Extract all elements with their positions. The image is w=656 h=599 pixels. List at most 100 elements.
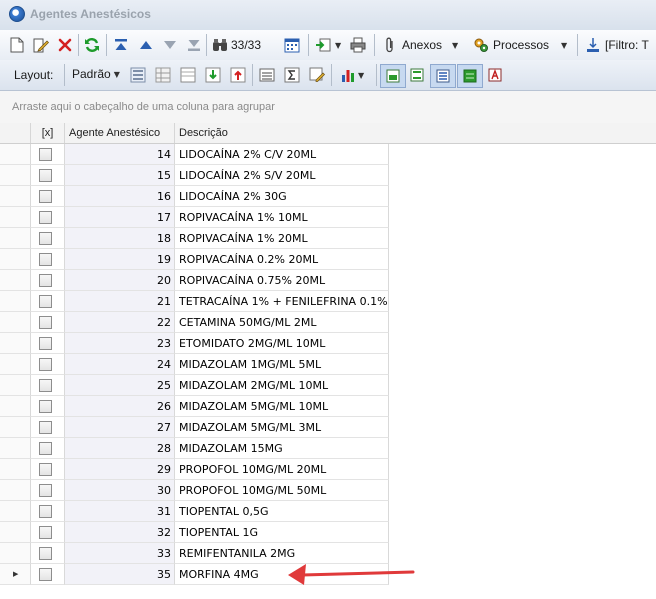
agente-cell[interactable]: 31 [65, 501, 175, 522]
filter-button[interactable]: [Filtro: T [585, 37, 649, 53]
table-row[interactable]: 32 TIOPENTAL 1G [0, 522, 389, 543]
row-checkbox[interactable] [39, 379, 52, 392]
row-indicator[interactable] [0, 270, 31, 291]
row-indicator[interactable] [0, 333, 31, 354]
row-indicator[interactable] [0, 228, 31, 249]
first-record-button[interactable] [113, 37, 129, 53]
agente-cell[interactable]: 29 [65, 459, 175, 480]
calendar-button[interactable] [284, 37, 300, 53]
descricao-cell[interactable]: MIDAZOLAM 5MG/ML 10ML [175, 396, 389, 417]
table-row[interactable]: 16 LIDOCAÍNA 2% 30G [0, 186, 389, 207]
agente-cell[interactable]: 22 [65, 312, 175, 333]
row-checkbox[interactable] [39, 400, 52, 413]
descricao-cell[interactable]: LIDOCAÍNA 2% C/V 20ML [175, 144, 389, 165]
row-indicator[interactable] [0, 144, 31, 165]
table-row[interactable]: 25 MIDAZOLAM 2MG/ML 10ML [0, 375, 389, 396]
table-row[interactable]: 19 ROPIVACAÍNA 0.2% 20ML [0, 249, 389, 270]
descricao-cell[interactable]: MIDAZOLAM 5MG/ML 3ML [175, 417, 389, 438]
agente-cell[interactable]: 25 [65, 375, 175, 396]
row-checkbox[interactable] [39, 463, 52, 476]
agente-cell[interactable]: 16 [65, 186, 175, 207]
table-row[interactable]: 28 MIDAZOLAM 15MG [0, 438, 389, 459]
row-indicator[interactable] [0, 396, 31, 417]
layout-options-button[interactable] [155, 67, 171, 83]
row-indicator[interactable] [0, 417, 31, 438]
agente-cell[interactable]: 32 [65, 522, 175, 543]
processos-button[interactable]: Processos ▼ [473, 37, 567, 53]
last-record-button[interactable] [186, 37, 202, 53]
view-mode-4-button[interactable] [457, 64, 483, 88]
descricao-cell[interactable]: CETAMINA 50MG/ML 2ML [175, 312, 389, 333]
agente-cell[interactable]: 27 [65, 417, 175, 438]
agente-cell[interactable]: 24 [65, 354, 175, 375]
row-indicator[interactable] [0, 543, 31, 564]
table-row[interactable]: 15 LIDOCAÍNA 2% S/V 20ML [0, 165, 389, 186]
agente-cell[interactable]: 21 [65, 291, 175, 312]
import-layout-button[interactable] [205, 67, 221, 83]
table-row[interactable]: 24 MIDAZOLAM 1MG/ML 5ML [0, 354, 389, 375]
row-indicator[interactable] [0, 480, 31, 501]
row-indicator[interactable] [0, 165, 31, 186]
table-row[interactable]: 29 PROPOFOL 10MG/ML 20ML [0, 459, 389, 480]
descricao-cell[interactable]: MIDAZOLAM 15MG [175, 438, 389, 459]
grid-export-button[interactable] [180, 67, 196, 83]
descricao-cell[interactable]: LIDOCAÍNA 2% 30G [175, 186, 389, 207]
row-checkbox[interactable] [39, 442, 52, 455]
agente-cell[interactable]: 15 [65, 165, 175, 186]
descricao-cell[interactable]: ROPIVACAÍNA 1% 20ML [175, 228, 389, 249]
descricao-cell[interactable]: ROPIVACAÍNA 1% 10ML [175, 207, 389, 228]
row-checkbox[interactable] [39, 169, 52, 182]
row-indicator[interactable] [0, 459, 31, 480]
descricao-cell[interactable]: PROPOFOL 10MG/ML 20ML [175, 459, 389, 480]
row-checkbox[interactable] [39, 568, 52, 581]
view-mode-2-button[interactable] [409, 67, 425, 83]
row-checkbox[interactable] [39, 190, 52, 203]
previous-record-button[interactable] [138, 37, 154, 53]
row-checkbox[interactable] [39, 358, 52, 371]
new-button[interactable] [9, 37, 25, 53]
row-indicator[interactable] [0, 291, 31, 312]
table-row[interactable]: 18 ROPIVACAÍNA 1% 20ML [0, 228, 389, 249]
row-checkbox[interactable] [39, 232, 52, 245]
row-indicator[interactable]: ▶ [0, 564, 31, 585]
agente-cell[interactable]: 20 [65, 270, 175, 291]
agente-cell[interactable]: 28 [65, 438, 175, 459]
row-checkbox[interactable] [39, 316, 52, 329]
chart-button[interactable]: ▼ [340, 67, 364, 83]
row-indicator[interactable] [0, 249, 31, 270]
row-indicator[interactable] [0, 354, 31, 375]
row-checkbox[interactable] [39, 421, 52, 434]
row-checkbox[interactable] [39, 505, 52, 518]
row-indicator[interactable] [0, 207, 31, 228]
agente-cell[interactable]: 14 [65, 144, 175, 165]
export-button[interactable]: ▼ [315, 37, 341, 53]
row-indicator[interactable] [0, 375, 31, 396]
agente-cell[interactable]: 23 [65, 333, 175, 354]
table-row[interactable]: 31 TIOPENTAL 0,5G [0, 501, 389, 522]
agente-cell[interactable]: 26 [65, 396, 175, 417]
layout-select[interactable]: Padrão ▼ [72, 67, 120, 81]
row-checkbox[interactable] [39, 295, 52, 308]
agente-cell[interactable]: 33 [65, 543, 175, 564]
row-indicator[interactable] [0, 522, 31, 543]
row-checkbox[interactable] [39, 526, 52, 539]
view-mode-3-button[interactable] [430, 64, 456, 88]
descricao-cell[interactable]: MIDAZOLAM 1MG/ML 5ML [175, 354, 389, 375]
delete-button[interactable] [57, 37, 73, 53]
row-checkbox[interactable] [39, 211, 52, 224]
table-row[interactable]: 22 CETAMINA 50MG/ML 2ML [0, 312, 389, 333]
table-row[interactable]: 20 ROPIVACAÍNA 0.75% 20ML [0, 270, 389, 291]
save-layout-button[interactable] [130, 67, 146, 83]
row-indicator[interactable] [0, 501, 31, 522]
export-layout-button[interactable] [230, 67, 246, 83]
edit-layout-button[interactable] [309, 67, 325, 83]
row-checkbox[interactable] [39, 253, 52, 266]
table-row[interactable]: 26 MIDAZOLAM 5MG/ML 10ML [0, 396, 389, 417]
table-row[interactable]: 23 ETOMIDATO 2MG/ML 10ML [0, 333, 389, 354]
print-button[interactable] [350, 37, 366, 53]
header-descricao[interactable]: Descrição [175, 123, 656, 143]
next-record-button[interactable] [162, 37, 178, 53]
row-checkbox[interactable] [39, 484, 52, 497]
agente-cell[interactable]: 30 [65, 480, 175, 501]
table-row[interactable]: 27 MIDAZOLAM 5MG/ML 3ML [0, 417, 389, 438]
